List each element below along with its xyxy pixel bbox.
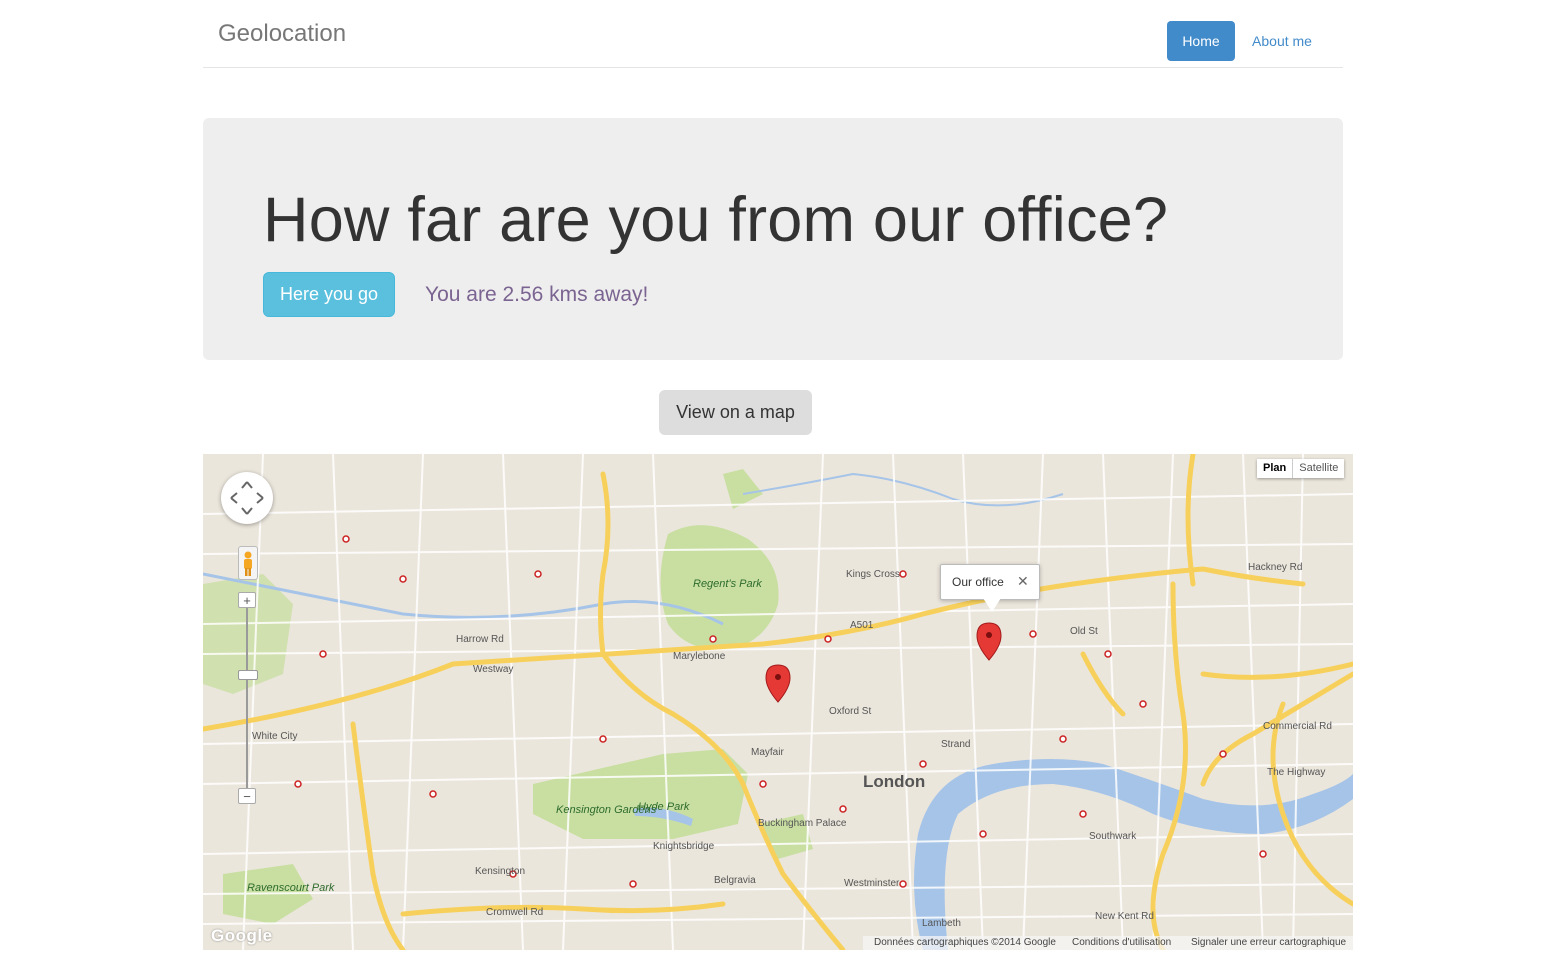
map-label-commercial-rd: Commercial Rd	[1263, 721, 1332, 732]
map-label-kensington: Kensington	[475, 866, 526, 877]
map-label-cromwell-rd: Cromwell Rd	[486, 907, 544, 918]
map[interactable]: London Regent's Park Hyde Park Kensingto…	[203, 454, 1353, 950]
nav-about-link[interactable]: About me	[1235, 21, 1329, 61]
map-label-kings-cross: Kings Cross	[846, 569, 900, 580]
view-on-map-button[interactable]: View on a map	[659, 390, 812, 435]
distance-text: You are 2.56 kms away!	[425, 283, 649, 306]
map-label-london: London	[863, 772, 926, 791]
map-label-oxford-st: Oxford St	[829, 706, 872, 717]
page-title: How far are you from our office?	[263, 185, 1169, 255]
map-label-mayfair: Mayfair	[751, 747, 784, 758]
google-logo[interactable]: Google	[211, 926, 273, 946]
map-label-knightsbridge: Knightsbridge	[653, 841, 715, 852]
map-label-old-st: Old St	[1070, 626, 1098, 637]
zoom-slider-track[interactable]	[246, 608, 248, 788]
infowindow-tail	[983, 598, 1001, 612]
map-label-the-highway: The Highway	[1267, 767, 1326, 778]
map-label-buckingham-palace: Buckingham Palace	[758, 818, 847, 829]
map-label-westway: Westway	[473, 664, 514, 675]
zoom-slider-handle[interactable]	[238, 670, 258, 680]
map-type-plan-button[interactable]: Plan	[1257, 459, 1294, 478]
map-label-euston-rd: A501	[850, 620, 874, 631]
map-label-kensington-gardens: Kensington Gardens	[556, 804, 657, 816]
zoom-out-button[interactable]: −	[238, 788, 256, 804]
map-type-control: Plan Satellite	[1257, 459, 1345, 478]
map-label-lambeth: Lambeth	[922, 918, 961, 929]
map-terms-link[interactable]: Conditions d'utilisation	[1072, 937, 1171, 948]
here-you-go-button[interactable]: Here you go	[263, 272, 395, 317]
map-tiles[interactable]	[203, 454, 1353, 950]
map-footer: Données cartographiques ©2014 Google Con…	[863, 936, 1353, 950]
map-label-regents-park: Regent's Park	[693, 578, 762, 590]
street-view-pegman-icon[interactable]	[238, 546, 258, 580]
map-label-white-city: White City	[252, 731, 298, 742]
map-report-error-link[interactable]: Signaler une erreur cartographique	[1191, 937, 1346, 948]
map-label-westminster: Westminster	[844, 878, 900, 889]
map-label-harrow-rd: Harrow Rd	[456, 634, 504, 645]
map-type-satellite-button[interactable]: Satellite	[1293, 459, 1344, 478]
brand-title[interactable]: Geolocation	[218, 20, 346, 48]
map-label-belgravia: Belgravia	[714, 875, 756, 886]
pan-control[interactable]	[221, 472, 273, 524]
map-label-marylebone: Marylebone	[673, 651, 726, 662]
zoom-in-button[interactable]: +	[238, 592, 256, 608]
map-label-southwark: Southwark	[1089, 831, 1137, 842]
map-label-new-kent-rd: New Kent Rd	[1095, 911, 1154, 922]
office-infowindow: Our office ✕	[940, 564, 1040, 612]
close-icon[interactable]: ✕	[1017, 573, 1029, 590]
map-label-ravenscourt-park: Ravenscourt Park	[247, 882, 335, 894]
jumbotron: How far are you from our office? Here yo…	[203, 118, 1343, 360]
map-label-strand: Strand	[941, 739, 971, 750]
map-data-attribution: Données cartographiques ©2014 Google	[874, 937, 1056, 948]
map-label-hackney-rd: Hackney Rd	[1248, 562, 1303, 573]
nav-home-link[interactable]: Home	[1167, 21, 1235, 61]
navbar: Geolocation Home About me	[203, 0, 1343, 68]
infowindow-label: Our office	[952, 575, 1004, 589]
